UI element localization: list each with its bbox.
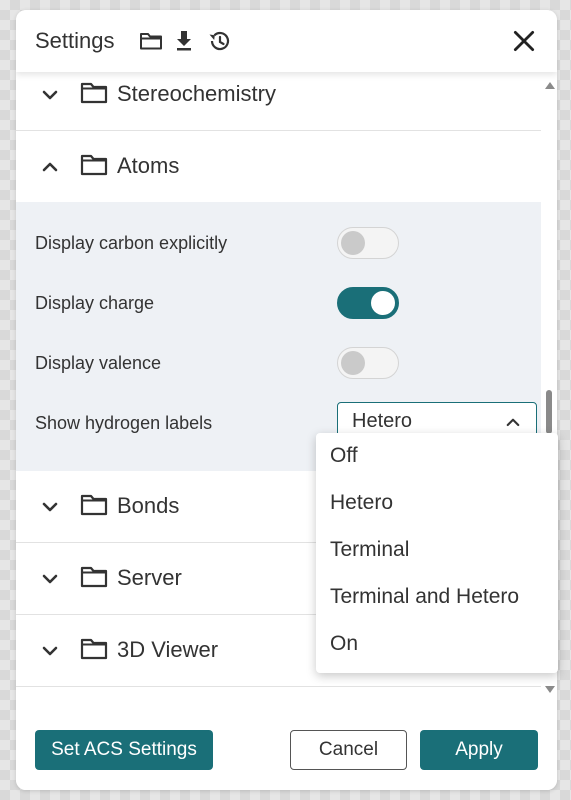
section-stereochemistry[interactable]: Stereochemistry [16,72,541,131]
display-charge-label: Display charge [35,293,155,313]
folder-icon [80,154,108,176]
folder-open-icon[interactable] [139,29,163,53]
chevron-up-icon [506,418,520,427]
dialog-title: Settings [35,28,115,53]
folder-icon [80,566,108,588]
section-label: Bonds [117,493,180,518]
section-row-partial[interactable] [16,687,541,702]
show-hydrogen-label: Show hydrogen labels [35,413,213,433]
display-carbon-toggle[interactable] [337,227,399,259]
chevron-down-icon [42,646,58,656]
option-label: Terminal [330,538,410,561]
cancel-button[interactable]: Cancel [290,730,407,770]
download-icon[interactable] [172,29,196,53]
folder-icon [80,82,108,104]
dropdown-option-terminal[interactable]: Terminal [316,528,558,575]
scroll-down-arrow[interactable] [545,686,555,693]
dropdown-option-on[interactable]: On [316,622,558,669]
option-label: Hetero [330,491,394,514]
section-label: Stereochemistry [117,81,276,106]
section-label: 3D Viewer [117,637,219,662]
dialog-header: Settings [16,10,557,72]
display-valence-toggle[interactable] [337,347,399,379]
folder-icon [80,638,108,660]
dropdown-option-hetero[interactable]: Hetero [316,481,558,528]
set-acs-settings-button[interactable]: Set ACS Settings [35,730,213,770]
display-carbon-label: Display carbon explicitly [35,233,228,253]
option-label: On [330,632,359,655]
apply-button[interactable]: Apply [420,730,538,770]
history-icon[interactable] [207,29,231,53]
dropdown-option-off[interactable]: Off [316,434,558,481]
chevron-down-icon [42,574,58,584]
section-label: Server [117,565,182,590]
section-label: Atoms [117,153,180,178]
section-atoms[interactable]: Atoms [16,131,541,203]
toggle-knob [341,351,365,375]
settings-dialog: Settings Stereochemistry Atoms Display c… [16,10,557,790]
hydrogen-labels-dropdown: Off Hetero Terminal Terminal and Hetero … [316,433,558,673]
option-label: Terminal and Hetero [330,585,520,608]
toggle-knob [371,291,395,315]
option-label: Off [330,444,358,467]
dialog-footer: Set ACS Settings Cancel Apply [16,702,557,790]
folder-icon [80,494,108,516]
chevron-down-icon [42,90,58,100]
scrollbar-thumb[interactable] [546,390,552,434]
chevron-up-icon [42,162,58,172]
toggle-knob [341,231,365,255]
display-charge-toggle[interactable] [337,287,399,319]
dropdown-option-terminal-and-hetero[interactable]: Terminal and Hetero [316,575,558,622]
scroll-up-arrow[interactable] [545,82,555,89]
chevron-down-icon [42,502,58,512]
select-value: Hetero [352,410,413,432]
display-valence-label: Display valence [35,353,162,373]
close-icon[interactable] [511,28,537,54]
